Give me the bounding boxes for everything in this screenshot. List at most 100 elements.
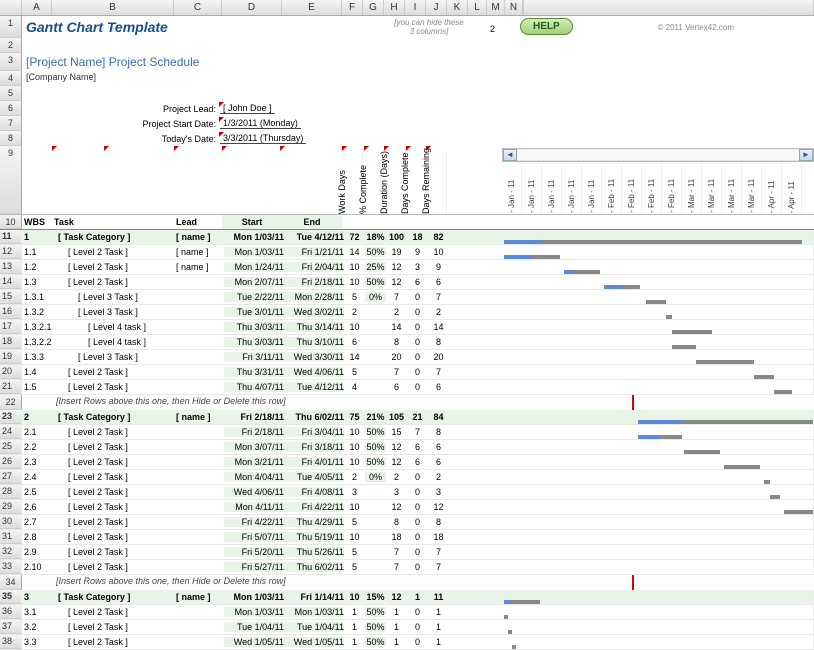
cell-work-days[interactable]: 10 (344, 262, 365, 272)
cell-work-days[interactable]: 2 (344, 307, 365, 317)
cell-days-complete[interactable]: 0 (407, 292, 428, 302)
row-header-12[interactable]: 12 (0, 245, 22, 259)
cell-days-complete[interactable]: 0 (407, 502, 428, 512)
row-header-7[interactable]: 7 (0, 116, 22, 131)
cell-task[interactable]: [ Level 2 Task ] (54, 427, 176, 437)
col-header-J[interactable]: J (426, 0, 447, 15)
row-header-37[interactable]: 37 (0, 620, 22, 634)
cell-days-remaining[interactable]: 8 (428, 337, 449, 347)
row-header-14[interactable]: 14 (0, 275, 22, 289)
row-header-34[interactable]: 34 (0, 575, 22, 590)
cell-days-remaining[interactable]: 18 (428, 532, 449, 542)
cell-start[interactable]: Fri 5/07/11 (224, 532, 284, 542)
cell-task[interactable]: [ Level 2 Task ] (54, 562, 176, 572)
cell-start[interactable]: Fri 2/18/11 (224, 427, 284, 437)
cell-end[interactable]: Fri 3/04/11 (284, 427, 344, 437)
row-header-10[interactable]: 10 (0, 215, 22, 229)
cell-start[interactable]: Thu 3/03/11 (224, 322, 284, 332)
col-header-B[interactable]: B (52, 0, 174, 15)
cell-start[interactable]: Fri 3/11/11 (224, 352, 284, 362)
cell-lead[interactable]: [ name ] (176, 412, 224, 422)
cell-days-remaining[interactable]: 12 (428, 502, 449, 512)
cell-wbs[interactable]: 2.8 (24, 532, 54, 542)
row-header-1[interactable]: 1 (0, 16, 22, 38)
scroll-left-button[interactable]: ◄ (503, 149, 517, 161)
cell-duration[interactable]: 1 (386, 622, 407, 632)
cell-end[interactable]: Thu 5/26/11 (284, 547, 344, 557)
row-header-25[interactable]: 25 (0, 440, 22, 454)
cell-work-days[interactable]: 5 (344, 292, 365, 302)
cell-days-complete[interactable]: 0 (407, 367, 428, 377)
cell-wbs[interactable]: 3.2 (24, 622, 54, 632)
cell-days-remaining[interactable]: 1 (428, 607, 449, 617)
cell-start[interactable]: Mon 1/03/11 (224, 232, 284, 242)
cell-work-days[interactable]: 1 (344, 607, 365, 617)
cell-pct-complete[interactable]: 21% (365, 412, 386, 422)
cell-work-days[interactable]: 3 (344, 487, 365, 497)
cell-work-days[interactable]: 10 (344, 427, 365, 437)
cell-days-complete[interactable]: 0 (407, 562, 428, 572)
cell-task[interactable]: [ Level 2 Task ] (54, 262, 176, 272)
cell-work-days[interactable]: 10 (344, 322, 365, 332)
cell-pct-complete[interactable]: 15% (365, 592, 386, 602)
cell-start[interactable]: Tue 2/22/11 (224, 292, 284, 302)
cell-start[interactable]: Mon 1/24/11 (224, 262, 284, 272)
cell-end[interactable]: Mon 2/28/11 (284, 292, 344, 302)
cell-task[interactable]: [ Level 2 Task ] (54, 247, 176, 257)
col-header-G[interactable]: G (363, 0, 384, 15)
cell-start[interactable]: Mon 1/03/11 (224, 592, 284, 602)
cell-work-days[interactable]: 10 (344, 502, 365, 512)
row-header-30[interactable]: 30 (0, 515, 22, 529)
row-header-35[interactable]: 35 (0, 590, 22, 604)
cell-lead[interactable]: [ name ] (176, 232, 224, 242)
cell-pct-complete[interactable]: 50% (365, 427, 386, 437)
row-header-9[interactable]: 9 (0, 146, 22, 214)
row-header-27[interactable]: 27 (0, 470, 22, 484)
cell-days-complete[interactable]: 6 (407, 277, 428, 287)
cell-end[interactable]: Fri 1/14/11 (284, 592, 344, 602)
row-header-32[interactable]: 32 (0, 545, 22, 559)
cell-days-remaining[interactable]: 10 (428, 247, 449, 257)
cell-work-days[interactable]: 14 (344, 352, 365, 362)
row-header-3[interactable]: 3 (0, 53, 22, 71)
cell-days-complete[interactable]: 6 (407, 442, 428, 452)
cell-duration[interactable]: 6 (386, 382, 407, 392)
cell-lead[interactable]: [ name ] (176, 592, 224, 602)
cell-end[interactable]: Wed 4/06/11 (284, 367, 344, 377)
cell-pct-complete[interactable]: 50% (365, 457, 386, 467)
cell-wbs[interactable]: 2.7 (24, 517, 54, 527)
cell-wbs[interactable]: 1.5 (24, 382, 54, 392)
cell-start[interactable]: Tue 3/01/11 (224, 307, 284, 317)
col-header-H[interactable]: H (384, 0, 405, 15)
cell-days-remaining[interactable]: 82 (428, 232, 449, 242)
cell-wbs[interactable]: 1.4 (24, 367, 54, 377)
cell-start[interactable]: Tue 1/04/11 (224, 622, 284, 632)
cell-days-complete[interactable]: 0 (407, 487, 428, 497)
cell-work-days[interactable]: 5 (344, 547, 365, 557)
cell-duration[interactable]: 1 (386, 637, 407, 647)
cell-days-complete[interactable]: 0 (407, 637, 428, 647)
cell-days-remaining[interactable]: 6 (428, 382, 449, 392)
row-header-19[interactable]: 19 (0, 350, 22, 364)
cell-start[interactable]: Fri 4/22/11 (224, 517, 284, 527)
header-lead[interactable]: Lead (174, 215, 222, 229)
cell-task[interactable]: [ Level 2 Task ] (54, 442, 176, 452)
cell-wbs[interactable]: 1.3 (24, 277, 54, 287)
cell-days-remaining[interactable]: 84 (428, 412, 449, 422)
cell-start[interactable]: Thu 4/07/11 (224, 382, 284, 392)
cell-days-remaining[interactable]: 2 (428, 307, 449, 317)
cell-days-remaining[interactable]: 9 (428, 262, 449, 272)
col-header-A[interactable]: A (22, 0, 52, 15)
row-header-5[interactable]: 5 (0, 86, 22, 101)
cell-work-days[interactable]: 5 (344, 562, 365, 572)
row-header-18[interactable]: 18 (0, 335, 22, 349)
cell-pct-complete[interactable]: 0% (365, 472, 386, 482)
cell-duration[interactable]: 19 (386, 247, 407, 257)
cell-task[interactable]: [ Level 2 Task ] (54, 367, 176, 377)
cell-days-complete[interactable]: 6 (407, 457, 428, 467)
row-header-17[interactable]: 17 (0, 320, 22, 334)
cell-pct-complete[interactable]: 50% (365, 442, 386, 452)
cell-days-remaining[interactable]: 1 (428, 622, 449, 632)
cell-start[interactable]: Mon 4/04/11 (224, 472, 284, 482)
cell-wbs[interactable]: 3 (24, 592, 54, 602)
